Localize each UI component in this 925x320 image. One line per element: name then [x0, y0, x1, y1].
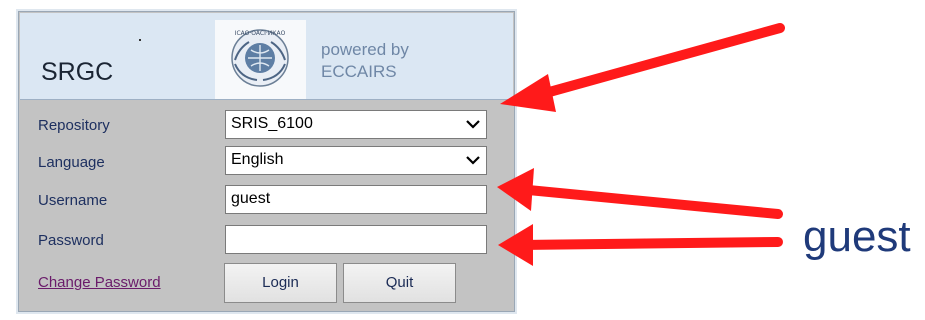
arrow-head-repository — [500, 74, 556, 112]
guest-annotation-text: guest — [803, 212, 911, 261]
arrow-head-password — [498, 224, 533, 266]
arrow-head-username — [497, 168, 534, 211]
annotation-arrows — [497, 23, 785, 266]
